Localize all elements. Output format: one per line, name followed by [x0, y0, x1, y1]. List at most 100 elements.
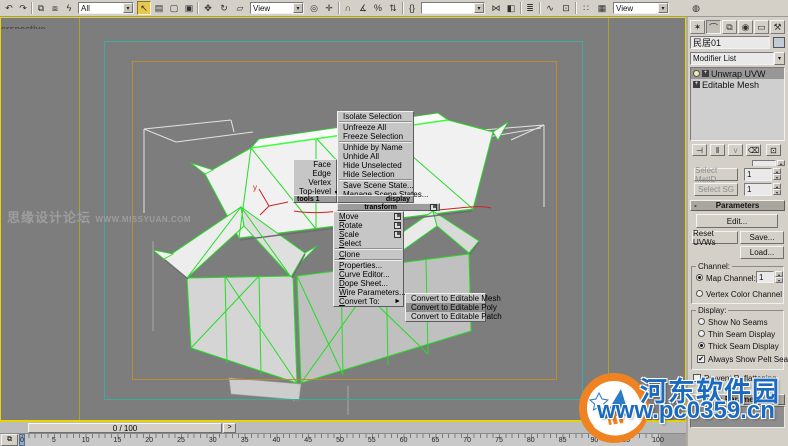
tab-hierarchy[interactable]: ⧉ — [722, 20, 737, 34]
schematic-view-icon[interactable]: ⊡ — [559, 1, 573, 15]
select-and-manipulate-icon[interactable]: ✛ — [322, 1, 336, 15]
menu-item-unhide-all[interactable]: Unhide All — [338, 152, 413, 161]
pelt-seam-checkbox[interactable]: ✔ — [697, 355, 705, 363]
move-settings-icon[interactable] — [394, 213, 401, 220]
select-by-name-icon[interactable]: ▤ — [152, 1, 166, 15]
menu-item-convert-editable-patch[interactable]: Convert to Editable Patch — [406, 312, 485, 321]
menu-item-save-scene-state[interactable]: Save Scene State... — [338, 181, 413, 190]
menu-item-face[interactable]: Face — [294, 160, 336, 169]
modifier-stack[interactable]: + Unwrap UVW + Editable Mesh — [690, 67, 785, 141]
modifier-list-dropdown[interactable]: Modifier List — [690, 52, 774, 65]
next-frame-button[interactable]: > — [223, 423, 236, 433]
configure-stack-button[interactable]: ⊡ — [766, 144, 781, 156]
menu-item-convert-to[interactable]: Convert To:► — [334, 297, 403, 306]
menu-item-clone[interactable]: Clone — [334, 250, 403, 259]
menu-item-dope-sheet[interactable]: Dope Sheet... — [334, 279, 403, 288]
menu-item-vertex[interactable]: Vertex — [294, 178, 336, 187]
menu-item-edge[interactable]: Edge — [294, 169, 336, 178]
parameters-rollout[interactable]: -Parameters — [690, 200, 785, 211]
chevron-down-icon[interactable]: ▾ — [293, 3, 303, 13]
mini-curve-editor-button[interactable]: ⧉ — [1, 434, 18, 446]
pin-stack-button[interactable]: ⊣ — [692, 144, 707, 156]
rotate-settings-icon[interactable] — [394, 222, 401, 229]
snap-toggle-icon[interactable]: ∩ — [341, 1, 355, 15]
tab-display[interactable]: ▭ — [754, 20, 769, 34]
edit-named-selection-sets-icon[interactable]: {} — [405, 1, 419, 15]
chevron-down-icon[interactable]: ▾ — [474, 3, 484, 13]
menu-item-wire-parameters[interactable]: Wire Parameters... — [334, 288, 403, 297]
menu-item-isolate-selection[interactable]: Isolate Selection — [338, 112, 413, 121]
stack-item-editable-mesh[interactable]: + Editable Mesh — [691, 79, 784, 90]
tab-utilities[interactable]: ⚒ — [770, 20, 785, 34]
angle-snap-icon[interactable]: ∡ — [356, 1, 370, 15]
render-preset-dropdown[interactable]: View▾ — [613, 2, 669, 14]
chevron-down-icon[interactable]: ▾ — [658, 3, 668, 13]
edit-button[interactable]: Edit... — [696, 214, 778, 228]
redo-icon[interactable]: ↷ — [16, 1, 30, 15]
modifier-list-arrow[interactable]: ▾ — [774, 52, 785, 65]
menu-item-scale[interactable]: Scale — [334, 230, 403, 239]
save-button[interactable]: Save... — [740, 231, 784, 244]
spinner-snap-icon[interactable]: ⇅ — [386, 1, 400, 15]
select-and-move-icon[interactable]: ✥ — [201, 1, 215, 15]
bind-to-space-warp-icon[interactable]: ϟ — [62, 1, 76, 15]
lightbulb-icon[interactable] — [693, 70, 700, 77]
time-slider-handle[interactable]: 0 / 100 — [28, 423, 222, 433]
load-button[interactable]: Load... — [740, 246, 784, 259]
curve-editor-icon[interactable]: ∿ — [543, 1, 557, 15]
viewport-label[interactable]: Perspective — [1, 19, 53, 29]
modifier-icon[interactable]: + — [693, 81, 700, 88]
show-no-seams-radio[interactable] — [698, 318, 705, 325]
selection-region-icon[interactable]: ▢ — [167, 1, 181, 15]
scale-settings-icon[interactable] — [394, 231, 401, 238]
percent-snap-icon[interactable]: % — [371, 1, 385, 15]
prevent-reflattening-checkbox[interactable] — [693, 374, 701, 382]
menu-item-move[interactable]: Move — [334, 212, 403, 221]
stack-item-unwrap-uvw[interactable]: + Unwrap UVW — [691, 68, 784, 79]
map-channel-radio[interactable] — [696, 274, 703, 281]
thin-seam-radio[interactable] — [698, 330, 705, 337]
reference-coordinate-dropdown[interactable]: View▾ — [250, 2, 304, 14]
tab-motion[interactable]: ◉ — [738, 20, 753, 34]
quad-settings-icon[interactable] — [430, 204, 437, 211]
matid-value-field[interactable]: 1 — [744, 168, 772, 181]
select-object-icon[interactable]: ↖ — [137, 1, 151, 15]
make-unique-button[interactable]: ∨ — [728, 144, 743, 156]
menu-item-properties[interactable]: Properties... — [334, 261, 403, 270]
menu-item-hide-unselected[interactable]: Hide Unselected — [338, 161, 413, 170]
sg-value-field[interactable]: 1 — [744, 183, 772, 196]
object-name-field[interactable]: 民居01 — [690, 36, 770, 49]
unlink-selection-icon[interactable]: ⧈ — [48, 1, 62, 15]
menu-item-curve-editor[interactable]: Curve Editor... — [334, 270, 403, 279]
show-end-result-button[interactable]: ‖ — [710, 144, 725, 156]
menu-item-freeze-selection[interactable]: Freeze Selection — [338, 132, 413, 141]
vertex-color-radio[interactable] — [696, 290, 703, 297]
undo-icon[interactable]: ↶ — [2, 1, 16, 15]
named-selection-sets-dropdown[interactable]: ▾ — [421, 2, 485, 14]
mirror-icon[interactable]: ⋈ — [489, 1, 503, 15]
spinner-down[interactable]: ▾ — [773, 189, 781, 195]
menu-item-convert-editable-poly[interactable]: Convert to Editable Poly — [406, 303, 485, 312]
render-setup-icon[interactable]: ▦ — [595, 1, 609, 15]
remove-modifier-button[interactable]: ⌫ — [746, 144, 761, 156]
object-color-swatch[interactable] — [773, 37, 785, 48]
reset-uvws-button[interactable]: Reset UVWs — [692, 231, 738, 244]
tab-create[interactable]: ✶ — [690, 20, 705, 34]
select-and-link-icon[interactable]: ⧉ — [34, 1, 48, 15]
map-channel-value[interactable]: 1 — [756, 271, 774, 283]
menu-item-hide-selection[interactable]: Hide Selection — [338, 170, 413, 179]
menu-item-select[interactable]: Select — [334, 239, 403, 248]
window-crossing-icon[interactable]: ▣ — [182, 1, 196, 15]
align-icon[interactable]: ◧ — [504, 1, 518, 15]
tab-modify[interactable]: ⌒ — [706, 20, 721, 34]
select-matid-button[interactable]: Select MatID — [694, 168, 738, 181]
chevron-down-icon[interactable]: ▾ — [123, 3, 133, 13]
modifier-icon[interactable]: + — [702, 70, 709, 77]
thick-seam-radio[interactable] — [698, 342, 705, 349]
menu-item-rotate[interactable]: Rotate — [334, 221, 403, 230]
quick-render-icon[interactable]: ◍ — [689, 1, 703, 15]
spinner-down[interactable]: ▾ — [773, 174, 781, 180]
select-and-rotate-icon[interactable]: ↻ — [217, 1, 231, 15]
menu-item-unfreeze-all[interactable]: Unfreeze All — [338, 123, 413, 132]
material-editor-icon[interactable]: ∷ — [579, 1, 593, 15]
